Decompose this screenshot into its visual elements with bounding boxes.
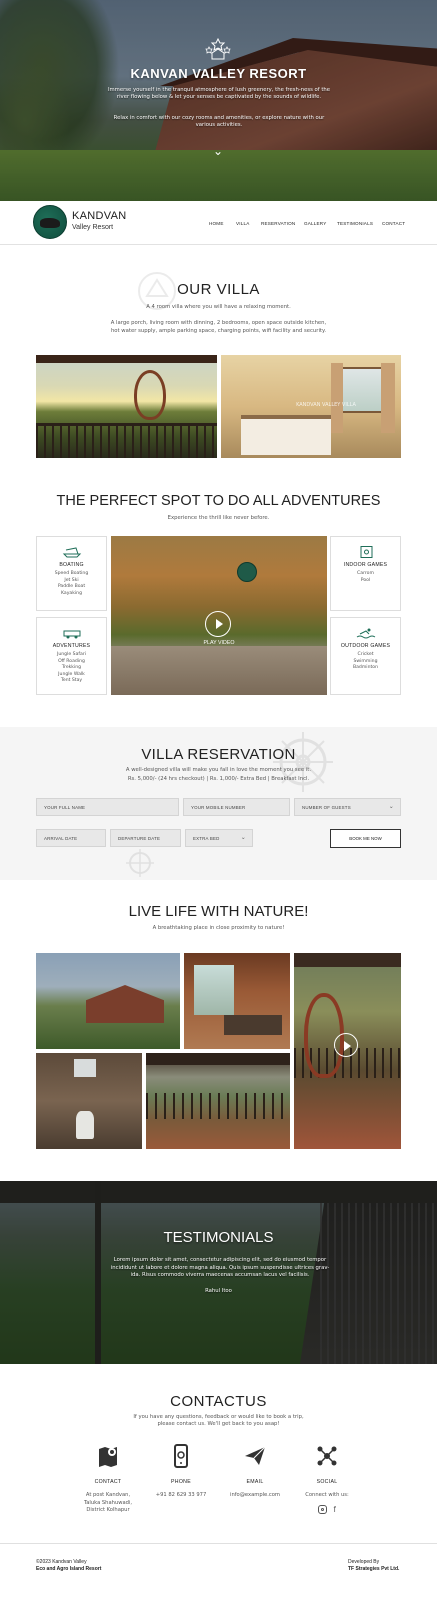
adventures-title: THE PERFECT SPOT TO DO ALL ADVENTURES: [56, 493, 381, 509]
card-title: INDOOR GAMES: [343, 562, 388, 568]
card-item: Kayaking: [60, 590, 83, 596]
adventure-video[interactable]: PLAY VIDEO: [111, 536, 327, 695]
nav-contact[interactable]: CONTACT: [382, 221, 405, 226]
card-item: Pool: [360, 577, 371, 583]
play-video-label[interactable]: PLAY VIDEO: [111, 640, 327, 646]
phone-label: PHONE: [171, 1479, 191, 1485]
email-label: EMAIL: [246, 1479, 264, 1485]
map-book-icon: [99, 1447, 117, 1467]
card-item: Tent Stay: [60, 678, 83, 683]
gallery-bathroom-image[interactable]: [36, 1053, 142, 1149]
gallery-cottage-image[interactable]: [36, 953, 180, 1049]
boat-icon: [62, 547, 81, 558]
carrom-board-icon: [360, 546, 372, 558]
brand-logo[interactable]: [33, 205, 67, 239]
reservation-pricing: Rs. 5,000/- (24 hrs checkout) | Rs. 1,00…: [127, 776, 310, 782]
instagram-icon[interactable]: [318, 1504, 328, 1514]
resort-logo-icon: [205, 38, 231, 60]
testimonials-title: TESTIMONIALS: [163, 1229, 274, 1246]
footer-developer[interactable]: TF Strategies Pvt Ltd.: [348, 1566, 399, 1573]
guests-select[interactable]: NUMBER OF GUESTS ⌄: [294, 798, 401, 816]
arrival-date-input[interactable]: ARRIVAL DATE: [36, 829, 106, 847]
network-icon: [317, 1446, 337, 1466]
address-line: At post Kandvan,: [85, 1492, 131, 1498]
facebook-icon[interactable]: f: [334, 1505, 336, 1514]
nav-testimonials[interactable]: TESTIMONIALS: [337, 221, 373, 226]
swimming-icon: [356, 628, 375, 639]
scroll-down-icon[interactable]: ⌄: [210, 145, 226, 157]
phone-number[interactable]: +91 82 629 33 977: [146, 1492, 216, 1500]
villa-image-watermark: KANDVAN VALLEY VILLA: [296, 402, 356, 408]
gallery-living-room-image[interactable]: [184, 953, 290, 1049]
social-label: SOCIAL: [316, 1479, 338, 1485]
email-column: EMAIL info@example.com: [220, 1444, 290, 1500]
hero-paragraph-1: Immerse yourself in the tranquil atmosph…: [107, 87, 331, 101]
chevron-down-icon: ⌄: [388, 804, 394, 810]
guests-select-label: NUMBER OF GUESTS: [302, 805, 351, 810]
nature-subtitle: A breathtaking place in close proximity …: [152, 925, 285, 931]
gallery-swing-image[interactable]: [294, 953, 401, 1149]
brand-subtitle: Valley Resort: [72, 224, 114, 231]
villa-title: OUR VILLA: [177, 281, 260, 298]
contact-column: CONTACT At post Kandvan, Taluka Shahuwad…: [73, 1444, 143, 1515]
footer-copyright: ©2023 Kandvan Valley: [36, 1559, 87, 1565]
social-column: SOCIAL Connect with us: f: [292, 1444, 362, 1514]
phone-column: PHONE +91 82 629 33 977: [146, 1444, 216, 1500]
card-title: OUTDOOR GAMES: [340, 643, 391, 649]
email-address[interactable]: info@example.com: [220, 1492, 290, 1500]
contact-label: CONTACT: [94, 1479, 122, 1485]
card-adventures: ADVENTURES Jungle Safari Off Roading Tre…: [36, 617, 107, 695]
nav-gallery[interactable]: GALLERY: [304, 221, 327, 226]
reservation-subtitle: A well-designed villa will make you fall…: [125, 767, 312, 773]
card-title: BOATING: [59, 562, 84, 568]
mobile-number-input[interactable]: YOUR MOBILE NUMBER: [183, 798, 290, 816]
paper-plane-icon: [245, 1446, 266, 1465]
hero-banner: KANVAN VALLEY RESORT Immerse yourself in…: [0, 0, 437, 201]
footer-developed-by: Developed By: [348, 1559, 380, 1565]
testimonial-quote: Lorem ipsum dolor sit amet, consectetur …: [110, 1257, 330, 1278]
video-logo-icon: [237, 562, 257, 582]
card-boating: BOATING Speed Boating Jet Ski Paddle Boa…: [36, 536, 107, 611]
villa-bedroom-image: KANDVAN VALLEY VILLA: [221, 355, 401, 458]
card-title: ADVENTURES: [52, 643, 91, 649]
gallery-porch-image[interactable]: [146, 1053, 290, 1149]
book-now-button[interactable]: BOOK ME NOW: [330, 829, 401, 848]
address-line: District Kolhapur: [86, 1507, 130, 1513]
phone-icon: [174, 1444, 188, 1468]
card-item: Badminton: [352, 665, 379, 670]
testimonial-author: Rahul Itoo: [205, 1288, 232, 1294]
villa-description: A large porch, living room with dinning,…: [110, 320, 327, 334]
nav-villa[interactable]: VILLA: [236, 221, 250, 226]
adventures-subtitle: Experience the thrill like never before.: [167, 515, 270, 521]
gallery-play-icon[interactable]: [334, 1033, 358, 1057]
contact-title: CONTACTUS: [170, 1393, 267, 1410]
ship-wheel-small-icon: [126, 849, 154, 877]
card-indoor-games: INDOOR GAMES Carrom Pool: [330, 536, 401, 611]
footer-tagline: Eco and Agro Island Resort: [36, 1566, 102, 1572]
nav-reservation[interactable]: RESERVATION: [261, 221, 295, 226]
social-text: Connect with us:: [305, 1492, 349, 1498]
address-line: Taluka Shahuwadi,: [83, 1499, 133, 1506]
nature-title: LIVE LIFE WITH NATURE!: [128, 903, 309, 920]
full-name-input[interactable]: YOUR FULL NAME: [36, 798, 179, 816]
reservation-title: VILLA RESERVATION: [141, 746, 296, 763]
brand-name[interactable]: KANDVAN: [72, 210, 126, 222]
villa-porch-image: [36, 355, 217, 458]
departure-date-input[interactable]: DEPARTURE DATE: [110, 829, 181, 847]
card-outdoor-games: OUTDOOR GAMES Cricket Swimming Badminton: [330, 617, 401, 695]
extra-bed-select-label: EXTRA BED: [193, 836, 220, 841]
jeep-icon: [63, 630, 80, 639]
extra-bed-select[interactable]: EXTRA BED ⌄: [185, 829, 253, 847]
villa-subtitle: A 4 room villa where you will have a rel…: [146, 304, 291, 310]
hero-paragraph-2: Relax in comfort with our cozy rooms and…: [113, 115, 325, 129]
contact-subtitle-2: please contact us. We'll get back to you…: [157, 1421, 280, 1427]
nav-home[interactable]: HOME: [209, 221, 224, 226]
hero-title: KANVAN VALLEY RESORT: [130, 66, 307, 81]
play-video-icon[interactable]: [205, 611, 231, 637]
chevron-down-icon: ⌄: [240, 835, 246, 841]
